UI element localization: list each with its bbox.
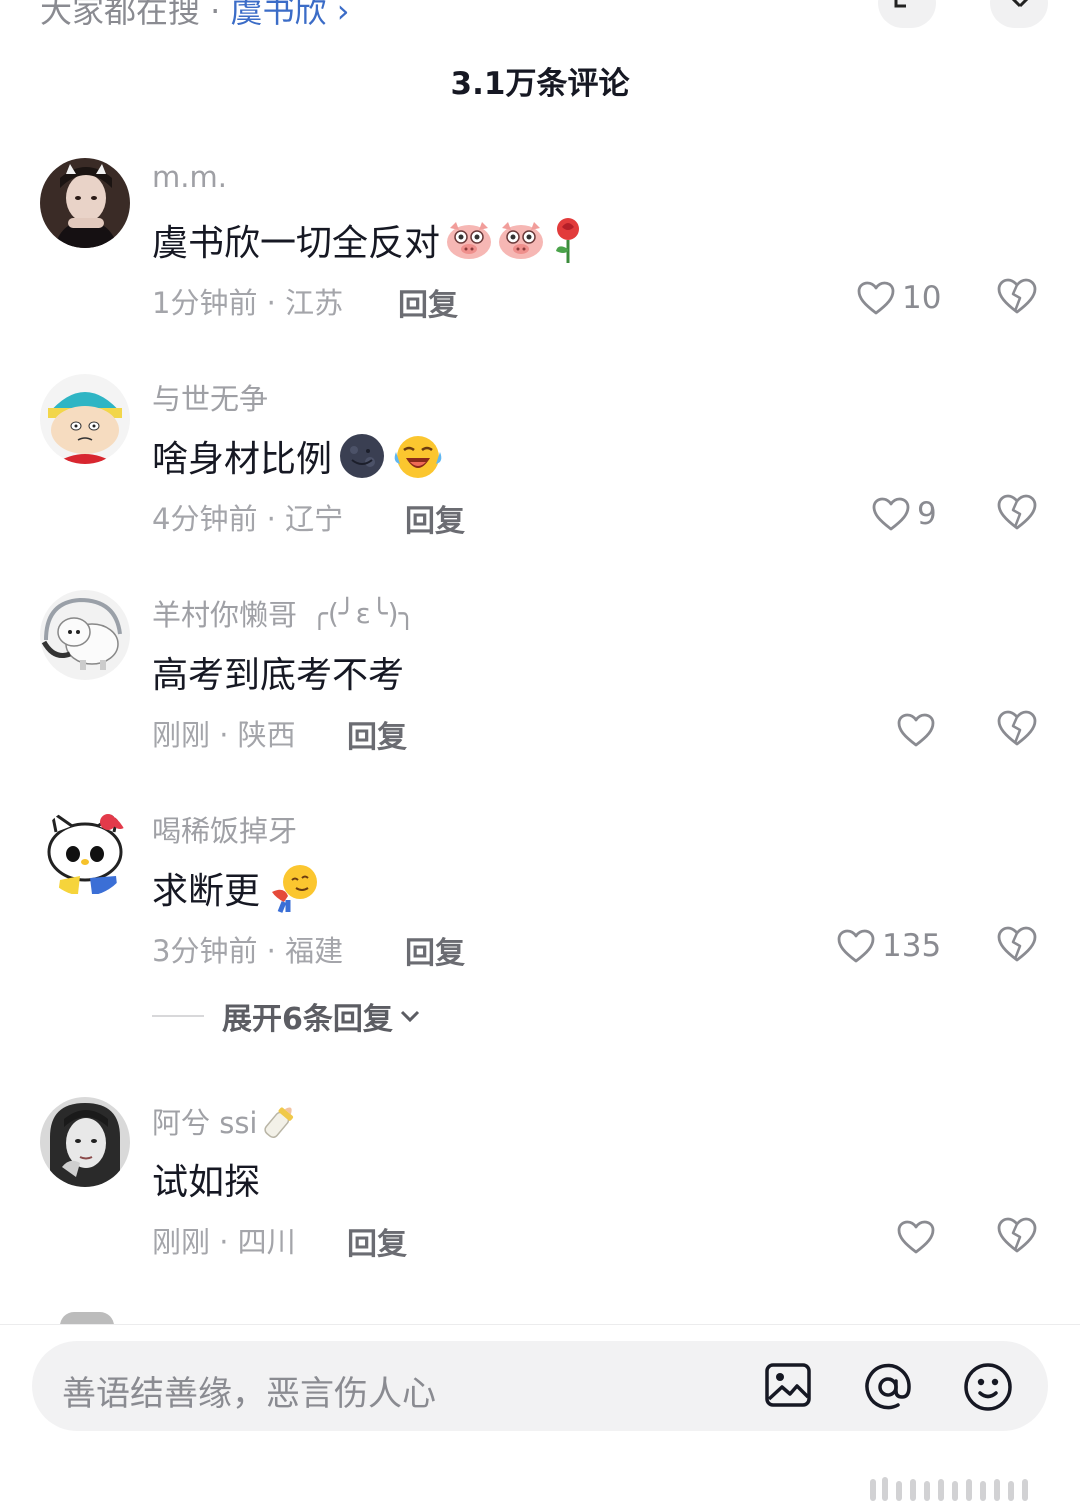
- expand-replies-label: 展开6条回复: [222, 1002, 393, 1037]
- like-button[interactable]: [896, 1217, 936, 1257]
- broken-heart-icon: [997, 278, 1037, 314]
- expand-replies-button[interactable]: 展开6条回复: [152, 994, 423, 1038]
- comment-text: 试如探: [152, 1153, 260, 1205]
- comment-username-text: 羊村你懒哥: [152, 598, 298, 632]
- top-bar: 大家都在搜 · 虞书欣 ›: [0, 0, 1080, 40]
- heart-outline-icon: [837, 929, 875, 963]
- image-button[interactable]: [764, 1361, 812, 1413]
- bowing-face-icon: [272, 865, 318, 913]
- comment-text: 高考到底考不考: [152, 646, 404, 698]
- avatar[interactable]: [40, 1097, 130, 1187]
- like-button[interactable]: 9: [871, 494, 937, 534]
- like-button[interactable]: 135: [836, 926, 941, 966]
- image-icon: [765, 1363, 811, 1407]
- like-count: 135: [882, 928, 942, 964]
- broken-heart-icon: [997, 710, 1037, 746]
- expand-divider: [152, 1015, 204, 1017]
- broken-heart-icon: [997, 494, 1037, 530]
- broken-heart-icon: [997, 926, 1037, 962]
- search-suggestion[interactable]: 大家都在搜 · 虞书欣 ›: [40, 0, 350, 32]
- comment-username[interactable]: 喝稀饭掉牙: [152, 808, 297, 850]
- comment-item: 与世无争 啥身材比例 4分钟前 · 辽宁 回复 9: [0, 374, 1080, 574]
- comment-username[interactable]: 羊村你懒哥 ╭(╯ε╰)╮: [152, 592, 415, 634]
- avatar[interactable]: [40, 806, 130, 896]
- comment-text: 求断更: [152, 862, 320, 914]
- reply-button[interactable]: 回复: [347, 712, 407, 756]
- search-suggestion-term[interactable]: 虞书欣 ›: [231, 0, 350, 30]
- search-suggestion-prefix: 大家都在搜 ·: [40, 0, 231, 30]
- baby-bottle-icon: [263, 1107, 293, 1138]
- comment-username-text: 阿兮 ssi: [152, 1106, 258, 1140]
- expand-icon: [894, 0, 906, 8]
- comment-text: 虞书欣一切全反对: [152, 214, 586, 266]
- comment-username[interactable]: m.m.: [152, 160, 227, 194]
- broken-heart-icon: [997, 1217, 1037, 1253]
- dislike-button[interactable]: [996, 493, 1038, 535]
- comment-text-content: 试如探: [152, 1162, 261, 1203]
- avatar[interactable]: [40, 374, 130, 464]
- comment-time-location: 1分钟前 · 江苏: [152, 286, 344, 320]
- comment-text-content: 虞书欣一切全反对: [152, 223, 441, 264]
- comment-time-location: 刚刚 · 陕西: [152, 718, 296, 752]
- comment-text: 啥身材比例: [152, 430, 444, 482]
- pig-face-icon: [499, 222, 544, 259]
- fullscreen-button[interactable]: [878, 0, 936, 28]
- comment-input-placeholder: 善语结善缘，恶言伤人心: [62, 1374, 436, 1414]
- comment-username[interactable]: 阿兮 ssi: [152, 1099, 300, 1143]
- heart-outline-icon: [872, 497, 910, 531]
- avatar[interactable]: [40, 158, 130, 248]
- reply-button[interactable]: 回复: [405, 928, 465, 972]
- comment-time-location: 刚刚 · 四川: [152, 1225, 296, 1259]
- watermark-icon: [870, 1477, 1028, 1501]
- heart-outline-icon: [857, 281, 895, 315]
- rose-icon: [556, 218, 580, 263]
- dislike-button[interactable]: [996, 925, 1038, 967]
- reply-button[interactable]: 回复: [405, 496, 465, 540]
- like-count: 10: [902, 280, 942, 316]
- reply-button[interactable]: 回复: [347, 1219, 407, 1263]
- mention-button[interactable]: [862, 1361, 914, 1417]
- close-button[interactable]: [990, 0, 1048, 28]
- comment-count-title: 3.1万条评论: [450, 66, 630, 102]
- close-icon: [1011, 0, 1029, 8]
- comment-input-bar: 善语结善缘，恶言伤人心: [0, 1324, 1080, 1511]
- comment-text-content: 啥身材比例: [152, 439, 333, 480]
- comment-item: m.m. 虞书欣一切全反对 1分钟前 · 江苏 回复 10: [0, 158, 1080, 358]
- dislike-button[interactable]: [996, 709, 1038, 751]
- comment-time-location: 3分钟前 · 福建: [152, 934, 344, 968]
- heart-outline-icon: [897, 1220, 935, 1254]
- like-button[interactable]: [896, 710, 936, 750]
- comment-text-content: 高考到底考不考: [152, 655, 405, 696]
- comment-input[interactable]: 善语结善缘，恶言伤人心: [32, 1341, 1048, 1431]
- dislike-button[interactable]: [996, 1216, 1038, 1258]
- reply-button[interactable]: 回复: [398, 280, 458, 324]
- comment-username[interactable]: 与世无争: [152, 376, 268, 418]
- comment-text-content: 求断更: [152, 871, 261, 912]
- emoji-button[interactable]: [962, 1361, 1014, 1417]
- avatar[interactable]: [40, 590, 130, 680]
- comment-item: 羊村你懒哥 ╭(╯ε╰)╮ 高考到底考不考 刚刚 · 陕西 回复: [0, 590, 1080, 790]
- at-mention-icon: [865, 1363, 911, 1410]
- dark-moon-face-icon: [340, 434, 385, 478]
- comment-username-kaomoji: ╭(╯ε╰)╮: [311, 596, 416, 630]
- like-button[interactable]: 10: [856, 278, 941, 318]
- laughing-face-icon: [394, 436, 442, 478]
- smiley-face-icon: [964, 1363, 1012, 1411]
- pig-face-icon: [447, 222, 492, 259]
- heart-outline-icon: [897, 713, 935, 747]
- like-count: 9: [917, 496, 937, 532]
- dislike-button[interactable]: [996, 277, 1038, 319]
- chevron-down-icon: [400, 1010, 419, 1023]
- comment-time-location: 4分钟前 · 辽宁: [152, 502, 344, 536]
- comment-item: 阿兮 ssi 试如探 刚刚 · 四川 回复: [0, 1097, 1080, 1297]
- comment-item: 喝稀饭掉牙 求断更 3分钟前 · 福建 回复 135: [0, 806, 1080, 1006]
